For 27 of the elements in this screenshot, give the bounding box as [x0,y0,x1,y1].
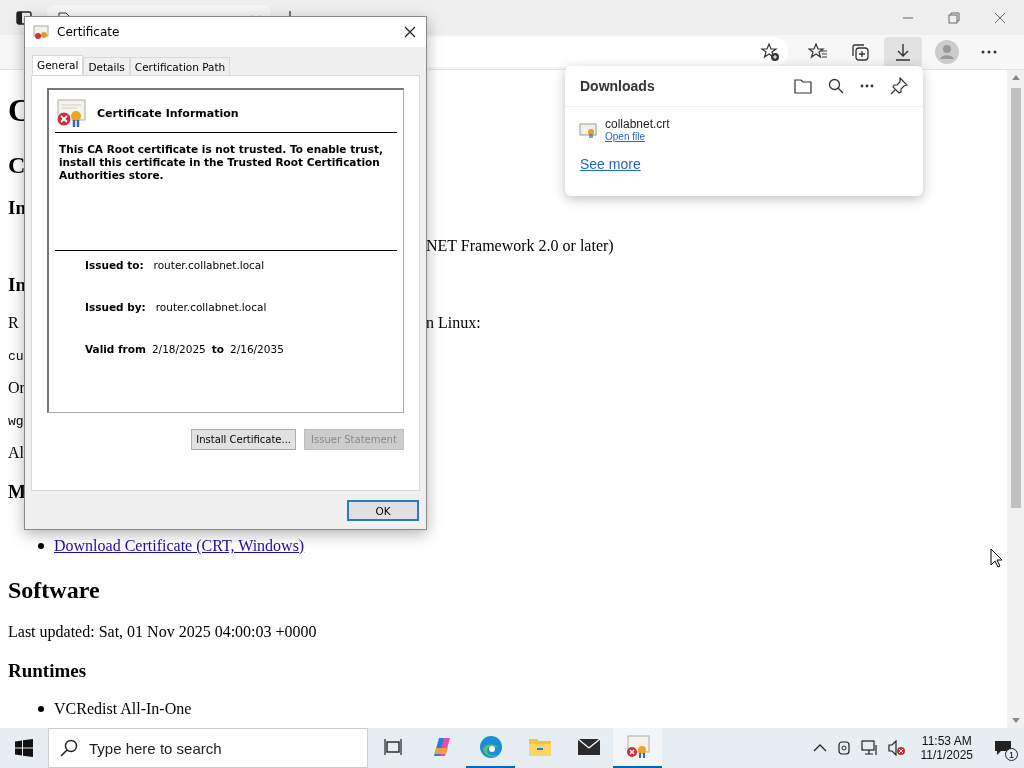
code-text: cu [8,348,24,364]
dialog-title: Certificate [57,25,121,39]
field-label: to [211,343,224,355]
paragraph: NET Framework 2.0 or later) [426,237,615,255]
field-value: router.collabnet.local [153,259,265,271]
field-value: 2/16/2035 [230,343,284,355]
panel-title: Downloads [580,78,655,94]
heading: M [8,481,26,503]
heading: C [8,151,26,179]
paragraph: R [8,314,20,332]
paragraph: Al [8,444,24,462]
list-item: VCRedist All-In-One [54,700,192,718]
notification-count: 1 [1005,748,1018,761]
field-label: Issued to: [85,259,144,271]
field-value: router.collabnet.local [155,301,267,313]
paragraph: n Linux: [426,314,482,332]
paragraph: Or [8,379,25,397]
paragraph: Last updated: Sat, 01 Nov 2025 04:00:03 +0000 [8,623,317,641]
trust-message: This CA Root certificate is not trusted. To enable trust, install this certificate in the Trusted Root Certification Authorities store. [55,133,397,251]
heading: Software [8,576,100,604]
info-title: Certificate Information [97,106,239,120]
field-label: Valid from [85,343,146,355]
file-name: collabnet.crt [605,117,670,131]
heading: Runtimes [8,660,87,682]
field-value: 2/18/2025 [151,343,206,355]
field-label: Issued by: [85,301,146,313]
code-text: wg [8,413,24,429]
